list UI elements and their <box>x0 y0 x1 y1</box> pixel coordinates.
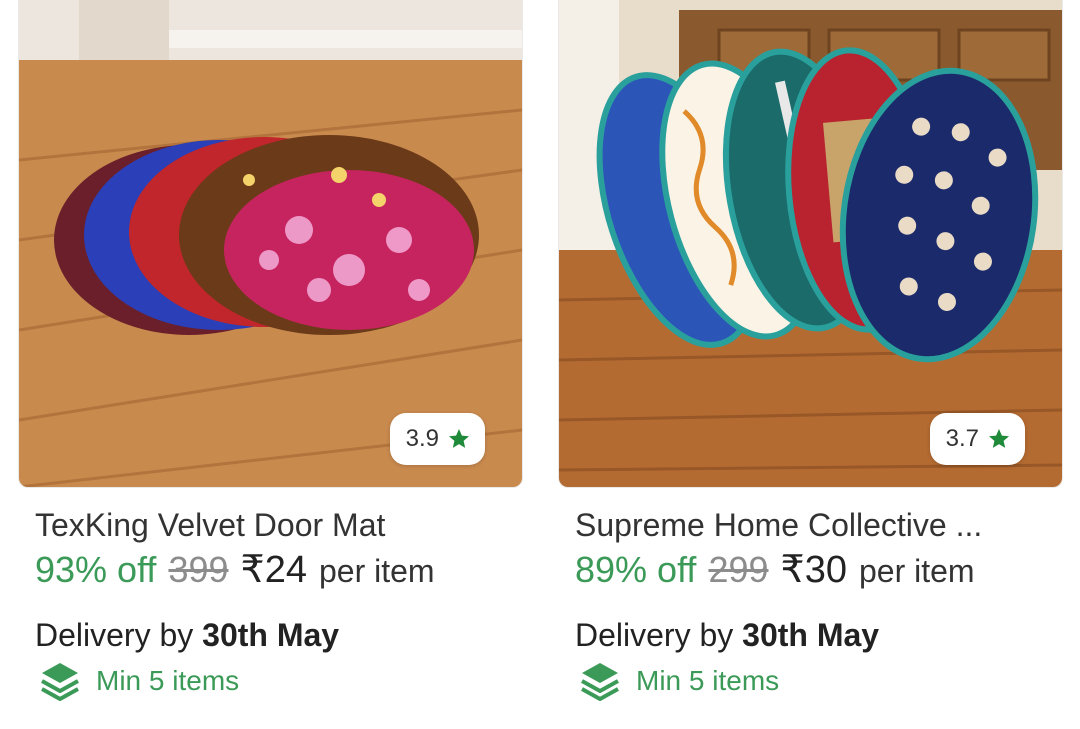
delivery-prefix: Delivery by <box>35 617 194 653</box>
product-title[interactable]: TexKing Velvet Door Mat <box>35 505 515 545</box>
original-price: 299 <box>708 549 769 590</box>
price-unit: per item <box>318 553 435 589</box>
original-price: 399 <box>168 549 229 590</box>
price-unit: per item <box>858 553 975 589</box>
delivery-info: Delivery by 30th May <box>35 615 339 655</box>
rating-badge: 3.7 <box>929 413 1025 465</box>
rating-value: 3.7 <box>945 425 979 452</box>
price-row: 89% off 299 ₹30 per item <box>575 547 1065 591</box>
delivery-date: 30th May <box>742 617 880 653</box>
min-order-info: Min 5 items <box>578 658 779 704</box>
rating-value: 3.9 <box>405 425 439 452</box>
discount-percent: 89% off <box>575 549 697 590</box>
delivery-date: 30th May <box>202 617 340 653</box>
sale-price: ₹30 <box>780 549 847 591</box>
discount-percent: 93% off <box>35 549 157 590</box>
min-order-info: Min 5 items <box>38 658 239 704</box>
product-title[interactable]: Supreme Home Collective ... <box>575 505 1055 545</box>
rating-badge: 3.9 <box>389 413 485 465</box>
delivery-info: Delivery by 30th May <box>575 615 879 655</box>
min-items-label: Min 5 items <box>636 665 780 696</box>
product-card-supreme-home[interactable]: 3.7 Supreme Home Collective ... 89% off … <box>558 0 1063 729</box>
delivery-prefix: Delivery by <box>575 617 734 653</box>
star-icon <box>449 429 469 448</box>
product-card-texking[interactable]: 3.9 TexKing Velvet Door Mat 93% off 399 … <box>18 0 523 729</box>
price-row: 93% off 399 ₹24 per item <box>35 547 525 591</box>
star-icon <box>989 429 1009 448</box>
sale-price: ₹24 <box>240 549 307 591</box>
min-items-label: Min 5 items <box>96 665 240 696</box>
layers-icon <box>581 663 619 701</box>
layers-icon <box>41 663 79 701</box>
